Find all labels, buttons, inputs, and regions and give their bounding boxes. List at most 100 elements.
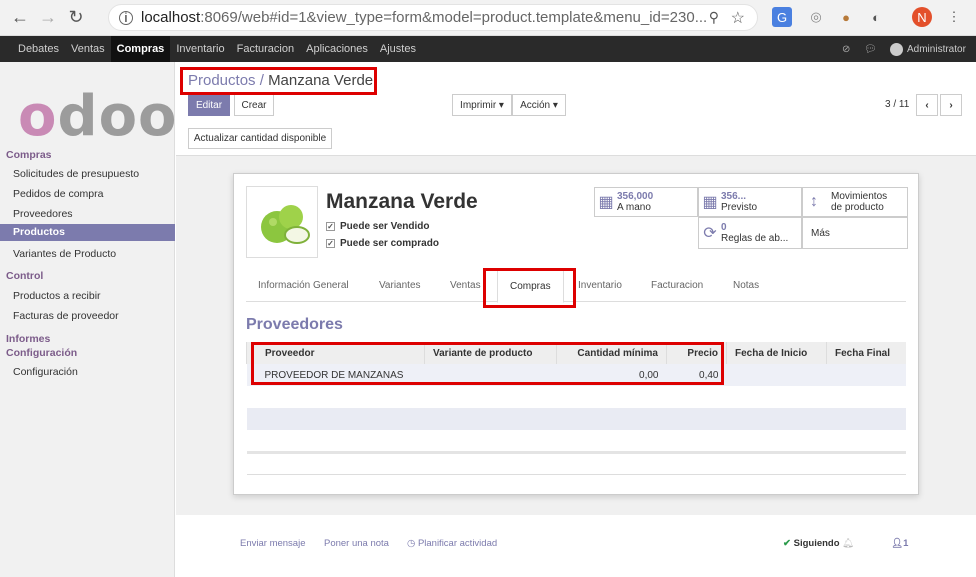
pager-value: 3 / 11 bbox=[885, 99, 910, 110]
more-button[interactable]: Más bbox=[802, 217, 908, 249]
edit-button[interactable]: Editar bbox=[188, 94, 230, 116]
user-avatar[interactable] bbox=[890, 42, 903, 56]
cell-cantidad-minima: 0,00 bbox=[556, 364, 667, 386]
pager-prev-button[interactable]: ‹ bbox=[916, 94, 938, 116]
moves-stat-button[interactable]: ↕ Movimientos de producto bbox=[802, 187, 908, 217]
address-bar[interactable]: i localhost:8069/web#id=1&view_type=form… bbox=[108, 4, 758, 31]
green-apple-image bbox=[261, 205, 310, 244]
table-row-empty bbox=[246, 386, 906, 408]
print-dropdown[interactable]: Imprimir ▾ bbox=[452, 94, 512, 116]
check-icon: ✔ bbox=[783, 538, 791, 549]
reload-icon[interactable]: ↻ bbox=[62, 7, 90, 28]
moves-label-2: de producto bbox=[831, 202, 884, 213]
sidebar-item-solicitudes[interactable]: Solicitudes de presupuesto bbox=[13, 168, 139, 180]
chevron-right-icon: › bbox=[949, 99, 953, 111]
more-label: Más bbox=[811, 227, 830, 239]
cell-fecha-final bbox=[826, 364, 906, 386]
col-fecha-inicio[interactable]: Fecha de Inicio bbox=[726, 342, 827, 364]
sidebar-item-productos[interactable]: Productos bbox=[0, 224, 175, 241]
extension2-icon[interactable]: ◐ bbox=[866, 7, 886, 27]
sidebar-section-configuracion: Configuración bbox=[6, 347, 78, 359]
building-icon: ▦ bbox=[702, 194, 718, 211]
table-row-empty bbox=[246, 408, 906, 430]
can-be-sold-checkbox[interactable]: ✓ Puede ser Vendido bbox=[326, 221, 429, 232]
cell-proveedor: PROVEEDOR DE MANZANAS bbox=[246, 364, 425, 386]
col-variante[interactable]: Variante de producto bbox=[424, 342, 557, 364]
forward-icon[interactable]: → bbox=[34, 7, 62, 28]
sidebar-item-proveedores[interactable]: Proveedores bbox=[13, 208, 73, 220]
forecast-stat-button[interactable]: ▦ 356... Previsto bbox=[698, 187, 802, 217]
table-row-empty bbox=[246, 452, 906, 475]
log-note-link[interactable]: Poner una nota bbox=[324, 538, 389, 549]
tab-compras[interactable]: Compras bbox=[497, 270, 564, 303]
sidebar-item-variantes[interactable]: Variantes de Producto bbox=[13, 248, 116, 260]
tab-informacion-general[interactable]: Información General bbox=[258, 280, 349, 291]
table-row[interactable]: PROVEEDOR DE MANZANAS 0,00 0,40 bbox=[246, 364, 906, 386]
on-hand-stat-button[interactable]: ▦ 356,000 A mano bbox=[594, 187, 698, 217]
action-dropdown[interactable]: Acción ▾ bbox=[512, 94, 566, 116]
activity-icon[interactable]: ⊘ bbox=[842, 44, 850, 55]
sidebar-item-facturas-proveedor[interactable]: Facturas de proveedor bbox=[13, 310, 119, 322]
suppliers-section-title: Proveedores bbox=[246, 316, 343, 333]
sidebar-item-productos-recibir[interactable]: Productos a recibir bbox=[13, 290, 101, 302]
sidebar-item-configuracion[interactable]: Configuración bbox=[13, 366, 78, 378]
chat-icon[interactable]: 💬︎ bbox=[864, 44, 877, 55]
sidebar-section-compras: Compras bbox=[6, 149, 52, 161]
breadcrumb-parent[interactable]: Productos bbox=[188, 72, 256, 89]
schedule-activity-link[interactable]: ◷ Planificar actividad bbox=[407, 538, 497, 549]
cookie-icon[interactable]: ● bbox=[836, 7, 856, 27]
bell-icon: 🔔︎ bbox=[842, 538, 855, 549]
chevron-left-icon: ‹ bbox=[925, 99, 929, 111]
menu-ajustes[interactable]: Ajustes bbox=[374, 36, 422, 62]
menu-dots-icon[interactable]: ⋮ bbox=[944, 7, 964, 27]
cell-precio: 0,40 bbox=[666, 364, 727, 386]
odoo-logo[interactable]: odoo bbox=[18, 84, 178, 149]
menu-debates[interactable]: Debates bbox=[12, 36, 65, 62]
can-be-purchased-checkbox[interactable]: ✓ Puede ser comprado bbox=[326, 238, 439, 249]
product-image[interactable] bbox=[246, 186, 318, 258]
can-be-purchased-label: Puede ser comprado bbox=[340, 238, 439, 249]
user-menu[interactable]: Administrator bbox=[907, 44, 966, 55]
tab-variantes[interactable]: Variantes bbox=[379, 280, 421, 291]
sidebar-section-informes[interactable]: Informes bbox=[6, 333, 50, 345]
tab-inventario[interactable]: Inventario bbox=[578, 280, 622, 291]
translate-icon[interactable]: G bbox=[772, 7, 792, 27]
checkbox-checked-icon: ✓ bbox=[326, 239, 335, 248]
following-button[interactable]: ✔ Siguiendo 🔔︎ bbox=[783, 538, 854, 549]
reorder-rules-stat-button[interactable]: ⟳ 0 Reglas de ab... bbox=[698, 217, 802, 249]
col-proveedor[interactable]: Proveedor bbox=[246, 342, 425, 364]
tab-ventas[interactable]: Ventas bbox=[450, 280, 481, 291]
extension-icon[interactable]: ◎ bbox=[806, 7, 826, 27]
menu-inventario[interactable]: Inventario bbox=[170, 36, 230, 62]
col-precio[interactable]: Precio bbox=[666, 342, 727, 364]
menu-ventas[interactable]: Ventas bbox=[65, 36, 111, 62]
menu-compras[interactable]: Compras bbox=[110, 36, 171, 62]
back-icon[interactable]: ← bbox=[6, 7, 34, 28]
col-fecha-final[interactable]: Fecha Final bbox=[826, 342, 906, 364]
main-menu-bar: Debates Ventas Compras Inventario Factur… bbox=[0, 36, 976, 62]
followers-count: 1 bbox=[903, 538, 909, 549]
form-tabs: Información General Variantes Ventas Com… bbox=[246, 270, 906, 303]
create-button[interactable]: Crear bbox=[234, 94, 274, 116]
followers-button[interactable]: 👤︎1 bbox=[891, 538, 908, 549]
on-hand-value: 356,000 bbox=[617, 191, 654, 202]
update-quantity-button[interactable]: Actualizar cantidad disponible bbox=[188, 128, 332, 149]
profile-avatar[interactable]: N bbox=[912, 7, 932, 27]
zoom-icon[interactable]: ⚲ bbox=[709, 9, 719, 26]
menu-aplicaciones[interactable]: Aplicaciones bbox=[300, 36, 374, 62]
pager-next-button[interactable]: › bbox=[940, 94, 962, 116]
bookmark-star-icon[interactable]: ☆ bbox=[731, 8, 745, 28]
checkbox-checked-icon: ✓ bbox=[326, 222, 335, 231]
sidebar-item-pedidos[interactable]: Pedidos de compra bbox=[13, 188, 103, 200]
building-icon: ▦ bbox=[598, 194, 614, 211]
col-cantidad-minima[interactable]: Cantidad mínima bbox=[556, 342, 667, 364]
info-icon[interactable]: i bbox=[119, 10, 133, 25]
following-label: Siguiendo bbox=[793, 538, 840, 549]
cell-variante bbox=[424, 364, 557, 386]
menu-facturacion[interactable]: Facturacion bbox=[231, 36, 300, 62]
tab-facturacion[interactable]: Facturacion bbox=[651, 280, 703, 291]
rules-label: Reglas de ab... bbox=[721, 233, 789, 244]
send-message-link[interactable]: Enviar mensaje bbox=[240, 538, 305, 549]
tab-notas[interactable]: Notas bbox=[733, 280, 759, 291]
product-name: Manzana Verde bbox=[326, 190, 478, 213]
